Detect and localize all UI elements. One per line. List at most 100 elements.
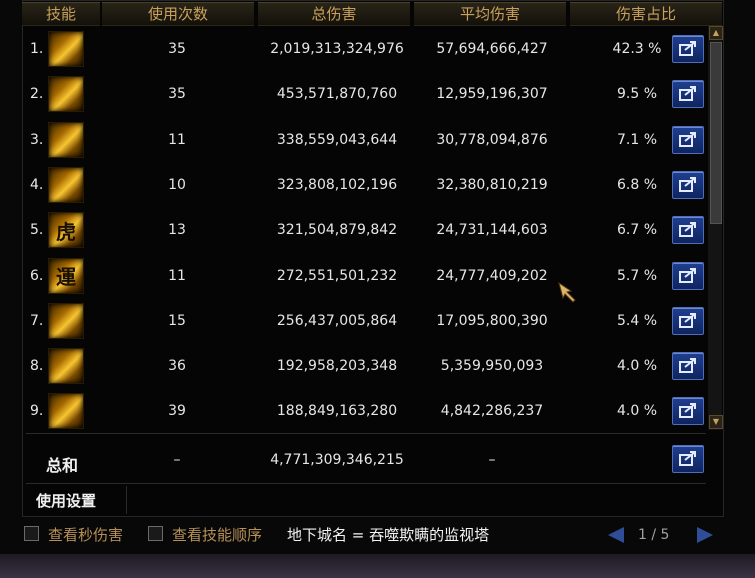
settings-divider [26,483,706,484]
total-damage: 338,559,043,644 [276,131,398,148]
avg-damage: 24,731,144,603 [436,222,548,239]
scroll-down-button[interactable]: ▼ [709,415,723,429]
share-icon [679,131,696,147]
total-damage: 4,771,309,346,215 [270,452,404,468]
total-label: 总和 [46,456,79,475]
share-button[interactable] [672,80,704,109]
rank-number: 1. [30,41,44,57]
avg-damage: 17,095,800,390 [436,312,548,329]
share-button[interactable] [672,170,704,199]
next-page-arrow-icon[interactable] [697,527,713,543]
rank-number: 2. [30,86,44,103]
table-row: 6. 運 11 272,551,501,232 24,777,409,202 5.7 % [22,255,704,299]
header-avg-damage[interactable]: 平均伤害 [414,2,566,26]
uses-count: 39 [168,403,186,420]
scrollbar-thumb[interactable] [710,42,722,224]
skill-icon-tiger[interactable]: 虎 [48,212,84,249]
damage-share: 42.3 % [612,41,662,57]
uses-count: 35 [168,86,186,103]
prev-page-arrow-icon[interactable] [608,527,624,543]
skill-icon-fortune[interactable]: 運 [48,257,84,294]
scroll-up-button[interactable]: ▲ [709,26,723,40]
skill-icon-wave[interactable] [48,348,84,385]
avg-damage: 4,842,286,237 [440,403,544,420]
table-row: 9. 39 188,849,163,280 4,842,286,237 4.0 % [22,390,704,434]
skill-icon-fist[interactable] [48,76,84,113]
total-damage: 323,808,102,196 [276,176,398,193]
total-damage: 2,019,313,324,976 [270,41,404,57]
damage-share: 7.1 % [616,131,658,148]
header-total-damage[interactable]: 总伤害 [258,2,410,26]
skill-order-checkbox[interactable] [148,526,163,541]
rank-number: 9. [30,403,44,420]
rank-number: 7. [30,312,44,329]
total-damage: 256,437,005,864 [276,312,398,329]
share-icon [679,222,696,238]
skill-icon-dragon[interactable] [48,121,84,158]
rank-number: 3. [30,131,44,148]
avg-damage: 12,959,196,307 [436,86,548,103]
damage-share: 5.7 % [616,267,658,284]
total-damage: 192,958,203,348 [276,358,398,375]
header-uses[interactable]: 使用次数 [102,2,254,26]
table-header: 技能 使用次数 总伤害 平均伤害 伤害占比 [22,0,722,26]
share-icon [679,358,696,374]
share-icon [679,403,696,419]
total-damage: 453,571,870,760 [276,86,398,103]
avg-damage: 5,359,950,093 [440,358,544,375]
share-button[interactable] [672,261,704,290]
rank-number: 4. [30,176,44,193]
header-damage-share[interactable]: 伤害占比 [570,2,722,26]
skill-icon-spiral[interactable] [48,393,84,430]
uses-count: 15 [168,312,186,329]
uses-count: 11 [168,131,186,148]
footer-bar: 查看秒伤害 查看技能顺序 地下城名 = 吞噬欺瞒的监视塔 1 / 5 [0,518,755,554]
share-button[interactable] [672,397,704,426]
share-icon [679,176,696,192]
table-row: 3. 11 338,559,043,644 30,778,094,876 7.1 % [22,119,704,163]
dps-checkbox-label[interactable]: 查看秒伤害 [48,524,123,545]
share-icon [679,312,696,328]
skill-order-checkbox-label[interactable]: 查看技能顺序 [172,524,262,545]
total-share-button[interactable] [672,445,704,473]
total-damage: 321,504,879,842 [276,222,398,239]
table-row: 5. 虎 13 321,504,879,842 24,731,144,603 6.7 % [22,209,704,253]
background-strip [0,554,755,578]
icon-glyph: 運 [56,265,76,289]
share-icon [679,41,696,56]
table-row: 8. 36 192,958,203,348 5,359,950,093 4.0 % [22,345,704,389]
icon-glyph: 虎 [56,219,76,244]
share-button[interactable] [672,216,704,245]
skill-icon-claw[interactable] [48,31,84,67]
damage-share: 9.5 % [616,86,658,103]
damage-share: 6.7 % [616,222,658,239]
uses-count: 36 [168,358,186,375]
avg-damage: 57,694,666,427 [436,41,548,57]
mouse-cursor-icon [557,281,579,307]
table-divider [26,433,706,434]
rank-number: 5. [30,222,44,239]
share-button[interactable] [672,125,704,154]
damage-share: 4.0 % [616,358,658,375]
uses-count: 13 [168,222,186,239]
share-icon [679,451,696,466]
avg-damage: 24,777,409,202 [436,267,548,284]
total-uses: – [173,452,181,468]
share-icon [679,86,696,102]
total-damage: 272,551,501,232 [276,267,398,284]
header-skill[interactable]: 技能 [22,2,100,26]
dps-checkbox[interactable] [24,526,39,541]
share-button[interactable] [672,352,704,381]
damage-share: 6.8 % [616,176,658,193]
share-button[interactable] [672,306,704,335]
uses-count: 11 [168,267,186,284]
rank-number: 8. [30,358,44,375]
settings-separator [126,486,127,514]
damage-share: 5.4 % [616,312,658,329]
skill-icon-burst[interactable] [48,302,84,339]
settings-label[interactable]: 使用设置 [36,490,96,511]
table-row: 2. 35 453,571,870,760 12,959,196,307 9.5 % [22,73,704,117]
share-button[interactable] [672,35,704,63]
skill-icon-slash[interactable] [48,166,84,203]
dungeon-name: 地下城名 = 吞噬欺瞒的监视塔 [287,526,490,544]
